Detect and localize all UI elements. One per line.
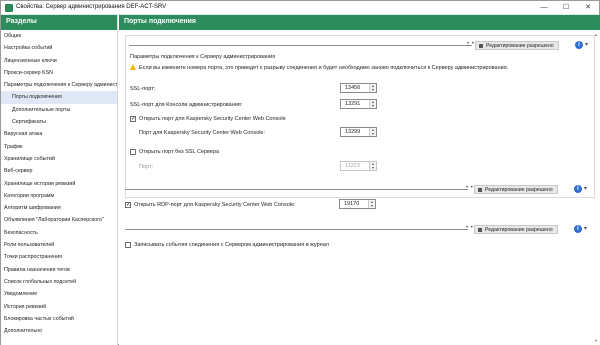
more-icon[interactable]: • • <box>466 185 473 191</box>
warning-icon <box>130 64 136 70</box>
no-ssl-port-checkbox[interactable] <box>130 149 136 155</box>
sidebar-item[interactable]: Настройка событий <box>1 42 117 54</box>
no-ssl-port-check-label: Открыть порт без SSL Сервера <box>139 149 220 155</box>
web-console-port-value: 13299 <box>345 129 361 135</box>
web-console-port-label: Порт для Kaspersky Security Center Web C… <box>139 130 266 136</box>
sidebar-item[interactable]: Список глобальных подсетей <box>1 276 117 288</box>
sidebar-item[interactable]: Безопасность <box>1 227 117 239</box>
edit-permission-label: Редактирование разрешено <box>485 186 553 193</box>
sidebar-item[interactable]: Порты подключения <box>1 91 117 104</box>
sidebar-item[interactable]: Параметры подключения к Серверу админист… <box>1 79 117 91</box>
chevron-down-icon[interactable]: ▾ <box>585 41 589 48</box>
chevron-down-icon[interactable]: ▾ <box>584 225 588 232</box>
info-icon[interactable]: i <box>575 41 583 49</box>
log-connection-events-label: Записывать события соединения с Сервером… <box>134 242 329 248</box>
stepper-arrows-icon[interactable]: ▲ ▼ <box>368 200 375 208</box>
console-port-stepper[interactable]: 13291 ▲ ▼ <box>340 99 377 109</box>
ssl-port-label: SSL-порт: <box>130 86 156 92</box>
console-port-value: 13291 <box>345 101 361 107</box>
web-console-port-stepper[interactable]: 13299 ▲ ▼ <box>340 127 377 137</box>
more-icon[interactable]: • • <box>466 225 473 231</box>
more-icon[interactable]: • • <box>467 41 474 47</box>
web-console-port-checkbox[interactable] <box>130 115 136 122</box>
sidebar-item[interactable]: Алгоритм шифрования <box>1 202 117 214</box>
console-port-label: SSL-порт для Консоли администрирования: <box>130 102 243 108</box>
scroll-down-arrow-icon[interactable]: ▼ <box>593 338 599 344</box>
stepper-arrows-icon: ▲ ▼ <box>369 162 376 170</box>
sidebar-item[interactable]: Хранилище истории ревизий <box>1 178 117 190</box>
sidebar-item[interactable]: Хранилище событий <box>1 153 117 165</box>
ssl-port-value: 13456 <box>345 85 361 91</box>
edit-permission-label: Редактирование разрешено <box>485 226 553 233</box>
sidebar-header: Разделы <box>1 15 117 30</box>
sidebar-item[interactable]: Трафик <box>1 141 117 153</box>
sidebar-item[interactable]: Прокси-сервер KSN <box>1 67 117 79</box>
sidebar-item[interactable]: Дополнительно <box>1 325 117 337</box>
stepper-arrows-icon[interactable]: ▲ ▼ <box>369 84 376 92</box>
sidebar-list: Общие Настройка событий Лицензионные ключи… <box>1 30 117 337</box>
separator <box>125 189 468 190</box>
close-button[interactable]: ✕ <box>577 1 599 14</box>
rdp-port-stepper[interactable]: 19170 ▲ ▼ <box>339 199 376 209</box>
sidebar-item[interactable]: История ревизий <box>1 301 117 313</box>
edit-permission-label: Редактирование разрешено <box>486 42 554 49</box>
sidebar-item[interactable]: Правила назначения тегов <box>1 264 117 276</box>
sidebar-item[interactable]: Точки распространения <box>1 251 117 263</box>
sidebar-item[interactable]: Дополнительные порты <box>1 104 117 116</box>
window-title: Свойства: Сервер администрирования DEF-A… <box>16 4 167 10</box>
lock-icon <box>478 227 482 232</box>
stepper-arrows-icon[interactable]: ▲ ▼ <box>369 128 376 136</box>
sidebar-item[interactable]: Веб-сервер <box>1 165 117 177</box>
no-ssl-port-stepper: 11223 ▲ ▼ <box>340 161 377 171</box>
chevron-down-icon[interactable]: ▾ <box>584 185 588 192</box>
stepper-arrows-icon[interactable]: ▲ ▼ <box>369 100 376 108</box>
web-console-port-check-label: Открыть порт для Kaspersky Security Cent… <box>139 116 286 122</box>
main-panel: Порты подключения ▲ • • Редактирование р… <box>119 15 600 345</box>
minimize-button[interactable]: — <box>533 1 555 14</box>
rdp-port-checkbox[interactable] <box>125 201 131 208</box>
maximize-button[interactable]: ☐ <box>555 1 577 14</box>
edit-permission-badge[interactable]: Редактирование разрешено <box>474 185 558 194</box>
log-connection-events-checkbox[interactable] <box>125 242 131 248</box>
group-title: Параметры подключения к Серверу админист… <box>130 54 276 60</box>
lock-icon <box>478 187 482 192</box>
sidebar-item[interactable]: Лицензионные ключи <box>1 55 117 67</box>
sidebar-item[interactable]: Категории программ <box>1 190 117 202</box>
page-title: Порты подключения <box>119 15 600 30</box>
no-ssl-port-value: 11223 <box>345 163 360 169</box>
rdp-port-label: Открыть RDP-порт для Kaspersky Security … <box>134 202 296 208</box>
sections-sidebar: Разделы Общие Настройка событий Лицензионн… <box>1 15 118 345</box>
warning-text: Если вы измените номера порта, это приве… <box>139 65 509 71</box>
sidebar-item[interactable]: Уведомление <box>1 288 117 300</box>
separator <box>125 229 468 230</box>
sidebar-item[interactable]: Блокировка частых событий <box>1 313 117 325</box>
sidebar-item[interactable]: Объявления "Лаборатории Касперского" <box>1 214 117 226</box>
info-icon[interactable]: i <box>574 225 582 233</box>
sidebar-item[interactable]: Вирусная атака <box>1 128 117 140</box>
properties-window: Свойства: Сервер администрирования DEF-A… <box>0 0 600 345</box>
no-ssl-port-label: Порт: <box>139 164 153 170</box>
lock-icon <box>479 43 483 48</box>
sidebar-item[interactable]: Общие <box>1 30 117 42</box>
title-bar: Свойства: Сервер администрирования DEF-A… <box>1 1 599 15</box>
ssl-port-stepper[interactable]: 13456 ▲ ▼ <box>340 83 377 93</box>
sidebar-item[interactable]: Сертификаты <box>1 116 117 128</box>
info-icon[interactable]: i <box>574 185 582 193</box>
sidebar-item[interactable]: Роли пользователей <box>1 239 117 251</box>
connection-settings-group: • • Редактирование разрешено i ▾ Парамет… <box>125 35 595 198</box>
app-icon <box>5 4 13 12</box>
edit-permission-badge[interactable]: Редактирование разрешено <box>474 225 558 234</box>
separator <box>129 45 472 46</box>
edit-permission-badge[interactable]: Редактирование разрешено <box>475 41 559 50</box>
rdp-port-value: 19170 <box>344 201 360 207</box>
